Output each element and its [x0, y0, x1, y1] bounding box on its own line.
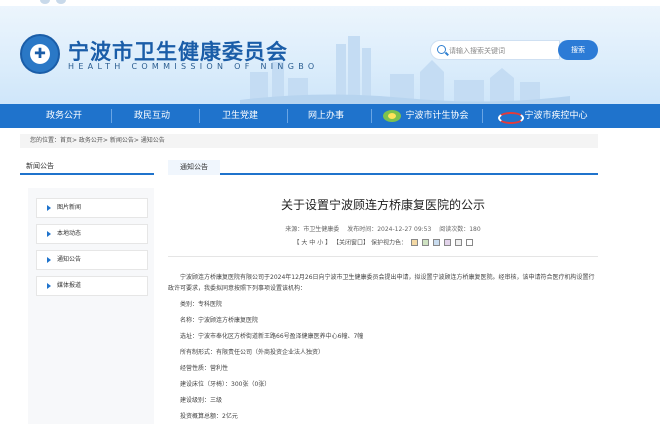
color-swatch[interactable] [432, 239, 440, 246]
tab-notices: 通知公告 [168, 160, 220, 175]
nav-item-cdc[interactable]: 宁波市疾控中心 [488, 104, 598, 128]
color-swatch[interactable] [443, 239, 451, 246]
article-paragraph: 宁波顾连方桥康复医院有限公司于2024年12月26日向宁波市卫生健康委员会提出申… [168, 274, 595, 292]
sidebar-item-label: 本地动态 [57, 230, 82, 237]
arrow-right-icon [47, 205, 51, 211]
main-content: 通知公告 关于设置宁波顾连方桥康复医院的公示 来源：市卫生健康委 发布时间：20… [168, 160, 598, 424]
arrow-right-icon [47, 257, 51, 263]
article-source: 来源：市卫生健康委 [285, 226, 340, 233]
article-title: 关于设置宁波顾连方桥康复医院的公示 [280, 198, 485, 212]
eye-protection-label: 保护视力色： [370, 239, 407, 247]
search-box [430, 40, 560, 60]
sidebar-item-label: 图片新闻 [57, 204, 82, 211]
color-swatch[interactable] [465, 239, 473, 246]
sidebar-item-notices[interactable]: 通知公告 [36, 250, 148, 270]
nav-item-government-affairs[interactable]: 政务公开 [24, 104, 104, 128]
sidebar-item-picture-news[interactable]: 图片新闻 [36, 198, 148, 218]
color-swatch[interactable] [454, 239, 462, 246]
article-field: 选址：宁波市奉化区方桥街道新王路66号盈泽健康医养中心6幢、7幢 [180, 333, 364, 340]
site-subtitle: HEALTH COMMISSION OF NINGBO [68, 62, 319, 71]
nav-item-party-building[interactable]: 卫生党建 [200, 104, 280, 128]
nav-divider [371, 109, 372, 123]
article-tools: 【 大 中 小 】 【关闭窗口】 保护视力色： [168, 238, 598, 249]
cdc-logo-icon [498, 110, 525, 124]
arrow-right-icon [47, 231, 51, 237]
article-body: 宁波顾连方桥康复医院有限公司于2024年12月26日向宁波市卫生健康委员会提出申… [168, 272, 598, 424]
article-field: 类别：专科医院 [180, 301, 223, 308]
article-field: 名称：宁波顾连方桥康复医院 [180, 317, 259, 324]
color-swatch[interactable] [410, 239, 418, 246]
top-decoration [56, 0, 66, 4]
sidebar: 新闻公告 图片新闻 本地动态 通知公告 媒体报道 [20, 160, 154, 424]
sidebar-header: 新闻公告 [20, 160, 154, 175]
commission-emblem-logo [20, 34, 60, 74]
nav-item-public-interaction[interactable]: 政民互动 [112, 104, 192, 128]
nav-item-label: 宁波市计生协会 [405, 111, 469, 121]
top-bar [0, 0, 660, 6]
family-planning-logo-icon [383, 109, 402, 122]
sidebar-item-label: 通知公告 [57, 256, 82, 263]
article-meta: 来源：市卫生健康委 发布时间：2024-12-27 09:53 阅读次数：180 [168, 224, 598, 233]
sidebar-title: 新闻公告 [26, 162, 54, 170]
sidebar-item-local-news[interactable]: 本地动态 [36, 224, 148, 244]
article-field: 经营性质：营利性 [180, 365, 229, 372]
search-input[interactable] [449, 44, 557, 57]
article-field: 投资概算总额：2亿元 [180, 413, 238, 420]
article-field: 建设床位（牙椅）：300张（0张） [180, 381, 271, 388]
search-icon [437, 45, 446, 54]
sidebar-item-label: 媒体报道 [57, 282, 82, 289]
main-navigation: 政务公开 政民互动 卫生党建 网上办事 宁波市计生协会 宁波市疾控中心 [0, 104, 660, 128]
sidebar-item-media-reports[interactable]: 媒体报道 [36, 276, 148, 296]
breadcrumb: 您的位置：首页> 政务公开> 新闻公告> 通知公告 [30, 137, 165, 144]
arrow-right-icon [47, 283, 51, 289]
close-window-link[interactable]: 【关闭窗口】 [333, 240, 369, 247]
search-button[interactable]: 搜索 [558, 40, 598, 60]
article-field: 建设级别：三级 [180, 397, 223, 404]
nav-divider [482, 109, 483, 123]
eye-protection-swatches [409, 238, 473, 248]
nav-item-label: 宁波市疾控中心 [524, 111, 588, 121]
sidebar-menu: 图片新闻 本地动态 通知公告 媒体报道 [28, 188, 154, 424]
breadcrumb-bar: 您的位置：首页> 政务公开> 新闻公告> 通知公告 [20, 134, 598, 148]
article-date: 发布时间：2024-12-27 09:53 [347, 226, 432, 233]
nav-item-family-planning-association[interactable]: 宁波市计生协会 [374, 104, 478, 128]
top-decoration [40, 0, 50, 4]
article-views: 阅读次数：180 [439, 226, 481, 233]
font-size-control[interactable]: 【 大 中 小 】 [293, 240, 331, 247]
article-field: 所有制形式：有限责任公司（外商投资企业法人独资） [180, 349, 325, 356]
site-header: 宁波市卫生健康委员会 HEALTH COMMISSION OF NINGBO 搜… [0, 0, 660, 104]
divider [168, 256, 598, 257]
nav-item-online-services[interactable]: 网上办事 [286, 104, 366, 128]
color-swatch[interactable] [421, 239, 429, 246]
main-header: 通知公告 [168, 160, 598, 175]
